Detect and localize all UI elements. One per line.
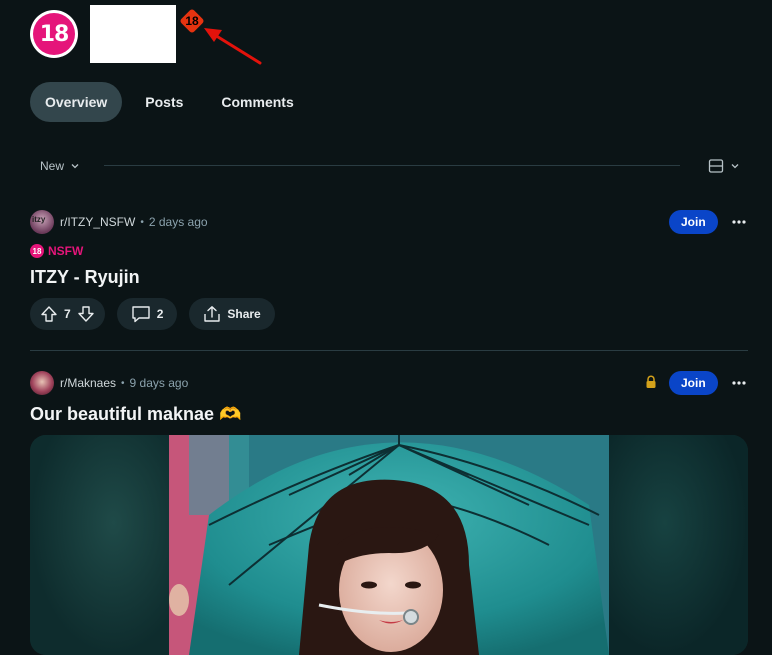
tab-posts[interactable]: Posts xyxy=(130,82,198,122)
upvote-icon[interactable] xyxy=(40,305,58,323)
post-time: 9 days ago xyxy=(129,376,189,390)
avatar-18-label: 18 xyxy=(33,13,75,55)
sort-dropdown[interactable]: New xyxy=(30,154,90,178)
sort-label: New xyxy=(40,159,65,173)
post-title[interactable]: ITZY - Ryujin xyxy=(30,267,140,288)
chevron-down-icon xyxy=(731,164,739,169)
post-actions: 7 2 Share xyxy=(30,298,275,330)
redacted-username xyxy=(90,5,176,63)
join-button[interactable]: Join xyxy=(669,210,718,234)
media-blur-left xyxy=(30,435,169,655)
profile-tabs: Overview Posts Comments xyxy=(30,82,309,122)
share-icon xyxy=(204,306,221,322)
more-dots-icon xyxy=(732,381,746,385)
nsfw-tag: 18 NSFW xyxy=(30,244,83,258)
comment-icon xyxy=(131,306,150,323)
view-toggle[interactable] xyxy=(708,154,740,178)
downvote-icon[interactable] xyxy=(77,305,95,323)
sort-row: New xyxy=(30,148,748,184)
subreddit-avatar[interactable]: itzy xyxy=(30,210,54,234)
profile-avatar[interactable]: 18 xyxy=(30,10,78,58)
share-label: Share xyxy=(227,307,261,321)
tab-comments[interactable]: Comments xyxy=(206,82,308,122)
vote-pill: 7 xyxy=(30,298,105,330)
chevron-down-icon xyxy=(71,164,79,169)
join-button[interactable]: Join xyxy=(669,371,718,395)
post-time: 2 days ago xyxy=(148,215,208,229)
more-options-button[interactable] xyxy=(728,372,750,394)
more-options-button[interactable] xyxy=(728,211,750,233)
media-blur-right xyxy=(609,435,748,655)
post-title[interactable]: Our beautiful maknae 🫶 xyxy=(30,404,241,425)
post-meta: itzy r/ITZY_NSFW • 2 days ago xyxy=(30,210,208,234)
subreddit-avatar-text: itzy xyxy=(32,215,46,224)
post-image xyxy=(169,435,609,655)
nsfw-label: NSFW xyxy=(48,244,84,258)
sort-divider xyxy=(104,165,680,166)
more-dots-icon xyxy=(732,220,746,224)
lock-icon xyxy=(646,375,656,388)
comments-button[interactable]: 2 xyxy=(116,298,178,330)
post-divider xyxy=(30,350,748,351)
separator-dot: • xyxy=(140,216,144,228)
separator-dot: • xyxy=(121,377,125,389)
post-media[interactable] xyxy=(30,435,748,655)
vote-count: 7 xyxy=(64,307,71,321)
share-button[interactable]: Share xyxy=(189,298,275,330)
comment-count: 2 xyxy=(156,307,164,321)
annotation-arrow-icon xyxy=(204,28,262,65)
tab-overview[interactable]: Overview xyxy=(30,82,123,122)
post-meta: r/Maknaes • 9 days ago xyxy=(30,371,188,395)
card-view-icon xyxy=(708,159,724,173)
nsfw-18-icon: 18 xyxy=(30,244,44,258)
subreddit-link[interactable]: r/Maknaes xyxy=(60,376,116,390)
subreddit-avatar[interactable] xyxy=(30,371,54,395)
subreddit-link[interactable]: r/ITZY_NSFW xyxy=(60,215,135,229)
